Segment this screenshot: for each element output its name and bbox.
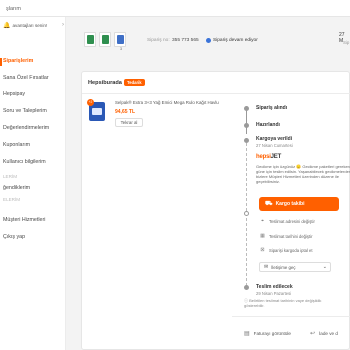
account-sidebar: 🔔 avantajları senin! › Siparişlerim Sana… [0, 17, 66, 350]
product-image[interactable]: +2 [87, 99, 107, 123]
step-delivery-date: 29 Nisan Pazartesi [256, 291, 292, 296]
box-cancel-icon: ⊠ [260, 247, 265, 253]
timeline-dot [244, 123, 249, 128]
change-date-label: Teslimat tarihini değiştir [269, 233, 313, 239]
status-dot-icon [206, 38, 211, 43]
bell-icon: 🔔 [3, 22, 11, 29]
chat-icon: ✉ [264, 264, 269, 270]
order-number: 355 773 565 [172, 38, 199, 43]
sidebar-item-customer-service[interactable]: Müşteri Hizmetleri [0, 217, 66, 223]
delivery-disclaimer-text: Belirtilen teslimat tarihinin vaye değiş… [244, 298, 322, 308]
sidebar-item-special-offers[interactable]: Sana Özel Fırsatlar [0, 75, 66, 81]
sidebar-item-hepsipay[interactable]: Hepsipay [0, 91, 66, 97]
return-button[interactable]: ↩ İade ve d [310, 328, 338, 338]
sidebar-item-coupons[interactable]: Kuponlarım [0, 142, 66, 148]
return-label: İade ve d [319, 330, 338, 336]
sidebar-item-logout[interactable]: Çıkış yap [0, 234, 66, 240]
timeline-dot [244, 138, 249, 143]
change-address-option[interactable]: ⌖ Teslimat adresini değiştir [259, 218, 339, 224]
order-date-sub: Sip [343, 40, 350, 45]
view-invoice-label: Faturayı görüntüle [253, 330, 291, 336]
location-icon: ⌖ [261, 218, 264, 224]
step-prepared: Hazırlandı [256, 122, 280, 128]
document-icon: ▤ [244, 330, 250, 337]
quantity-badge: +2 [87, 99, 94, 106]
product-thumbnail[interactable] [99, 32, 111, 47]
sidebar-section-lists: LERİM [3, 174, 18, 179]
shipment-card: Hepsiburada Tedarik +2 Selpak® Extra 3+3… [81, 71, 350, 350]
return-icon: ↩ [310, 330, 316, 337]
change-date-option[interactable]: ▦ Teslimat tarihini değiştir [259, 233, 339, 239]
order-detail-page: şlarım 🔔 avantajları senin! › Siparişler… [0, 0, 350, 350]
thumbnail-count: 3 [120, 47, 122, 51]
sidebar-item-orders[interactable]: Siparişlerim [0, 58, 66, 64]
timeline-dot [244, 106, 249, 111]
calendar-icon: ▦ [260, 233, 265, 239]
cancel-in-transit-option[interactable]: ⊠ Siparişi kargoda iptal et [259, 247, 339, 253]
track-shipment-button[interactable]: ⛟ Kargo takibi [259, 197, 339, 211]
carrier-logo: hepsiJET [256, 154, 281, 160]
order-status: Sipariş devam ediyor [213, 38, 258, 43]
delivery-disclaimer: ⓘ Belirtilen teslimat tarihinin vaye değ… [244, 298, 339, 308]
footer-divider [232, 316, 350, 317]
supplier-badge: Tedarik [124, 79, 145, 86]
step-order-received: Sipariş alındı [256, 105, 288, 111]
timeline-dot [244, 211, 249, 216]
promo-text: avantajları senin! [12, 22, 48, 28]
step-shipped-date: 27 Nisan Cumartesi [256, 143, 293, 148]
sidebar-item-reviews[interactable]: Değerlendirmelerim [0, 125, 66, 131]
sidebar-item-requests[interactable]: Soru ve Taleplerim [0, 108, 66, 114]
promo-banner[interactable]: 🔔 avantajları senin! › [0, 20, 66, 30]
product-thumbnail[interactable]: 3 [114, 32, 126, 51]
chevron-right-icon: › [62, 22, 64, 28]
timeline-dot [244, 285, 249, 290]
sidebar-item-user-info[interactable]: Kullanıcı bilgilerim [0, 159, 66, 165]
shipment-card-header: Hepsiburada Tedarik [82, 72, 350, 94]
reorder-button[interactable]: Tekrar al [115, 118, 143, 127]
truck-icon: ⛟ [265, 201, 273, 207]
delay-note: Gecikme için üzgünüz 😞 Gecikme paketleri… [256, 164, 350, 184]
step-delivery: Teslim edilecek [256, 284, 293, 290]
order-number-label: Sipariş no: [147, 38, 170, 43]
sidebar-section-misc: ELERİM [3, 197, 21, 202]
track-shipment-label: Kargo takibi [275, 201, 305, 207]
contact-label: İletişime geç [271, 264, 296, 270]
chevron-down-icon: ⌄ [322, 264, 327, 270]
change-address-label: Teslimat adresini değiştir [269, 218, 315, 224]
product-name[interactable]: Selpak® Extra 3+3 Yağ Emici Mega Rulo Ka… [115, 100, 235, 105]
order-header: 3 Sipariş no: 355 773 565 Sipariş devam … [78, 20, 350, 62]
sidebar-item-favorites[interactable]: ğendiklerim [0, 185, 66, 191]
breadcrumb: şlarım [0, 0, 350, 17]
seller-name: Hepsiburada [88, 80, 122, 86]
product-thumbnail[interactable] [84, 32, 96, 47]
contact-button[interactable]: ✉ İletişime geç ⌄ [259, 262, 331, 272]
carrier-brand-a: hepsi [256, 154, 271, 160]
step-shipped: Kargoya verildi [256, 136, 293, 142]
breadcrumb-text[interactable]: şlarım [6, 6, 21, 12]
product-price: 94,65 TL [115, 109, 136, 115]
carrier-brand-b: JET [270, 154, 282, 160]
view-invoice-button[interactable]: ▤ Faturayı görüntüle [244, 328, 291, 338]
cancel-in-transit-label: Siparişi kargoda iptal et [269, 247, 313, 253]
